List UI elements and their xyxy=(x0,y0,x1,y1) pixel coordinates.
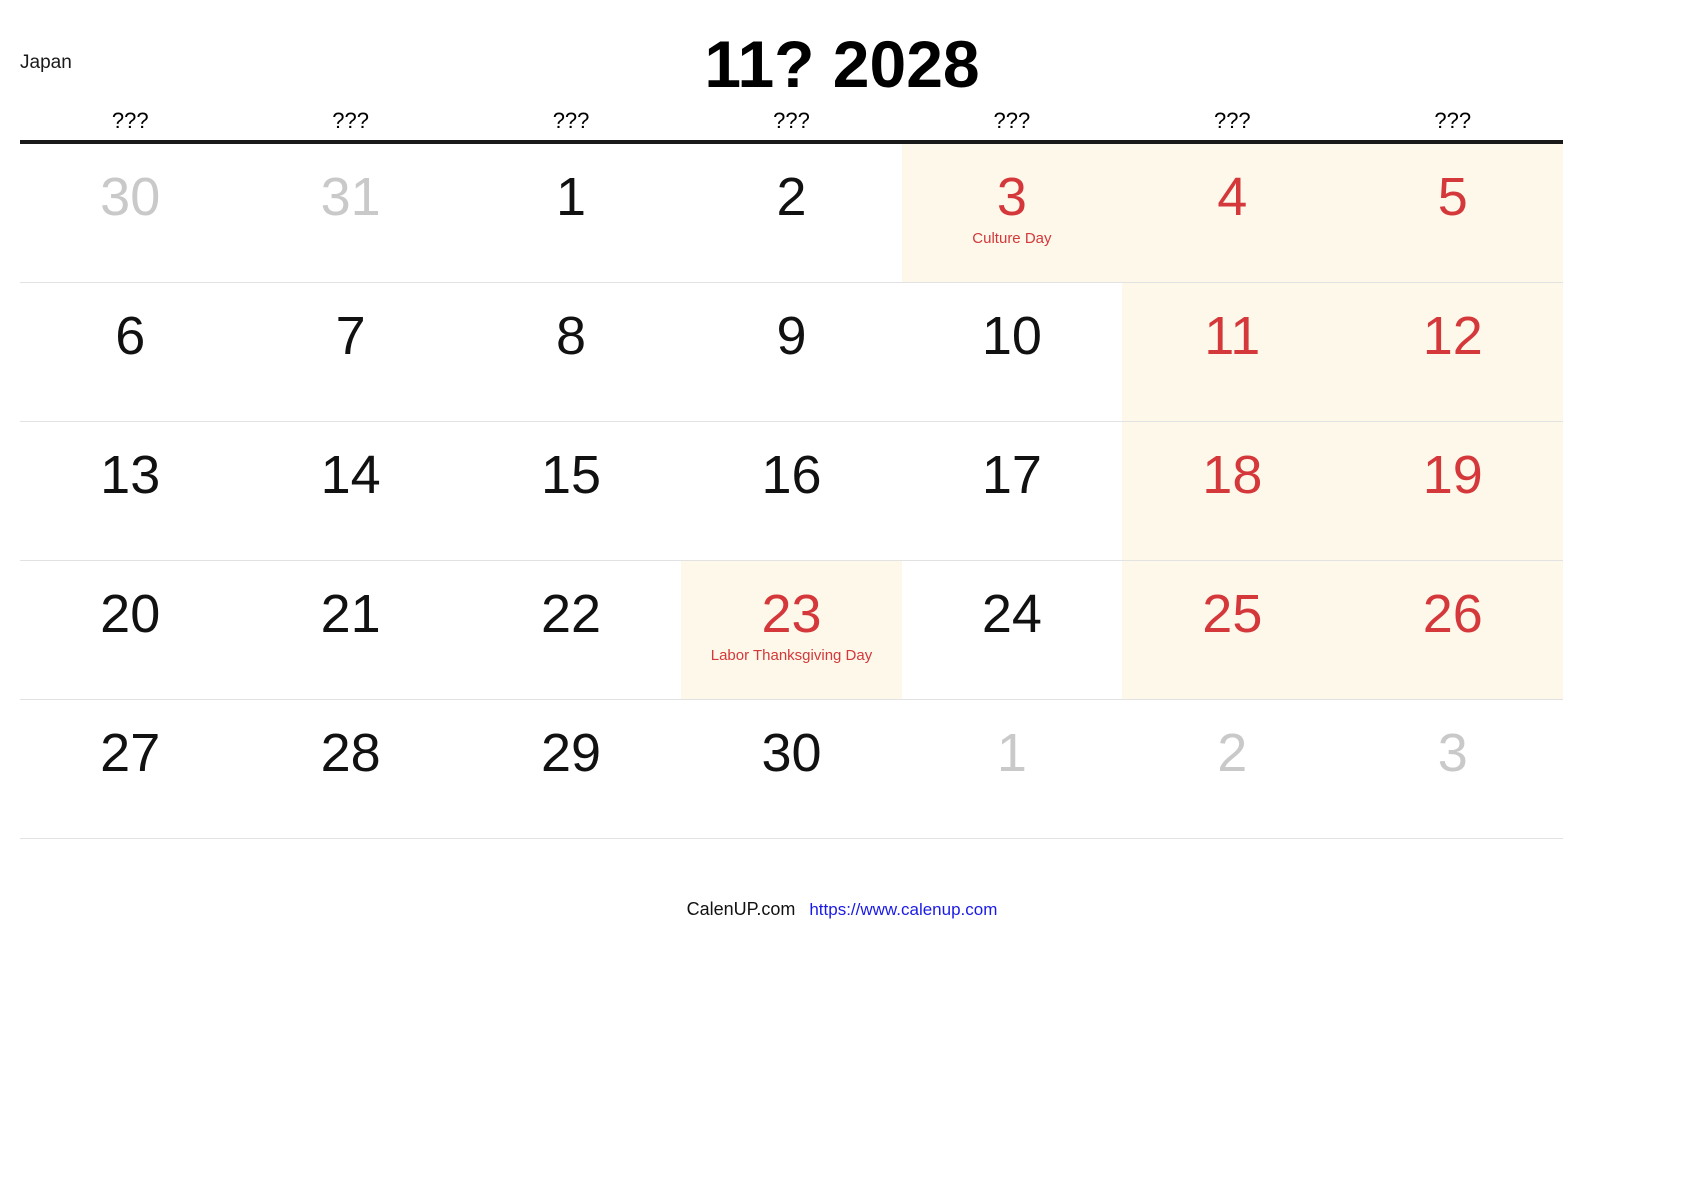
day-number: 13 xyxy=(100,445,161,505)
day-number: 25 xyxy=(1202,584,1263,644)
day-number: 18 xyxy=(1202,445,1263,505)
day-cell[interactable]: 2 xyxy=(681,144,902,282)
day-cell[interactable]: 18 xyxy=(1122,422,1343,560)
day-cell[interactable]: 8 xyxy=(460,283,682,421)
day-cell[interactable]: 31 xyxy=(240,144,461,282)
day-cell[interactable]: 2 xyxy=(1122,700,1343,838)
day-number: 16 xyxy=(761,445,822,505)
weekday-header-0: ??? xyxy=(111,108,149,133)
day-cell[interactable]: 11 xyxy=(1122,283,1343,421)
day-number: 19 xyxy=(1422,445,1483,505)
day-cell[interactable]: 20 xyxy=(20,561,241,699)
weekday-header-row: ????????????????????? xyxy=(20,108,1563,144)
day-number: 3 xyxy=(1437,723,1468,783)
day-number: 1 xyxy=(996,723,1027,783)
day-number: 4 xyxy=(1217,167,1248,227)
day-number: 14 xyxy=(320,445,381,505)
day-number: 29 xyxy=(541,723,602,783)
day-number: 31 xyxy=(320,167,381,227)
day-cell[interactable]: 27 xyxy=(20,700,241,838)
day-number: 20 xyxy=(100,584,161,644)
day-cell[interactable]: 1 xyxy=(460,144,682,282)
day-number: 8 xyxy=(556,306,587,366)
day-cell[interactable]: 3 xyxy=(1342,700,1563,838)
day-number: 28 xyxy=(320,723,381,783)
day-number: 30 xyxy=(100,167,161,227)
footer: CalenUP.com https://www.calenup.com xyxy=(0,898,1684,921)
day-event-label: Culture Day xyxy=(972,230,1052,247)
day-cell[interactable]: 4 xyxy=(1122,144,1343,282)
day-cell[interactable]: 14 xyxy=(240,422,461,560)
day-number: 1 xyxy=(556,167,587,227)
day-cell[interactable]: 28 xyxy=(240,700,461,838)
day-cell[interactable]: 25 xyxy=(1122,561,1343,699)
day-number: 5 xyxy=(1437,167,1468,227)
day-number: 2 xyxy=(1217,723,1248,783)
day-number: 2 xyxy=(776,167,807,227)
day-cell[interactable]: 17 xyxy=(901,422,1123,560)
footer-url-link[interactable]: https://www.calenup.com xyxy=(809,899,997,921)
day-cell[interactable]: 30 xyxy=(20,144,241,282)
day-cell[interactable]: 1 xyxy=(901,700,1123,838)
day-number: 23 xyxy=(761,584,822,644)
week-row: 13 14 15 16 17 18 19 xyxy=(20,422,1563,561)
day-cell[interactable]: 29 xyxy=(460,700,682,838)
day-number: 17 xyxy=(981,445,1042,505)
day-cell[interactable]: 10 xyxy=(901,283,1123,421)
day-cell[interactable]: 22 xyxy=(460,561,682,699)
week-row: 27 28 29 30 1 2 3 xyxy=(20,700,1563,839)
day-number: 26 xyxy=(1422,584,1483,644)
week-row: 20 21 22 23 Labor Thanksgiving Day 24 25 26 xyxy=(20,561,1563,700)
day-cell[interactable]: 5 xyxy=(1342,144,1563,282)
day-number: 15 xyxy=(541,445,602,505)
day-number: 6 xyxy=(115,306,146,366)
day-cell[interactable]: 21 xyxy=(240,561,461,699)
day-cell[interactable]: 7 xyxy=(240,283,461,421)
weekday-header-5: ??? xyxy=(1213,108,1251,133)
footer-brand: CalenUP.com xyxy=(686,899,796,919)
page-title: 11? 2028 xyxy=(704,27,980,101)
day-cell[interactable]: 23 Labor Thanksgiving Day xyxy=(681,561,902,699)
day-cell[interactable]: 9 xyxy=(681,283,902,421)
day-number: 10 xyxy=(981,306,1042,366)
day-cell[interactable]: 6 xyxy=(20,283,241,421)
weeks-container: 30 31 1 2 3 Culture Day 4 5 6 7 8 9 10 11 12 13 14 15 16 17… xyxy=(20,144,1563,839)
week-row: 30 31 1 2 3 Culture Day 4 5 xyxy=(20,144,1563,283)
day-number: 30 xyxy=(761,723,822,783)
calendar-grid: ????????????????????? 30 31 1 2 3 Culture Day… xyxy=(20,108,1563,839)
week-row: 6 7 8 9 10 11 12 xyxy=(20,283,1563,422)
calendar-page: Japan 11? 2028 ????????????????????? 30 3… xyxy=(0,0,1684,1191)
day-cell[interactable]: 12 xyxy=(1342,283,1563,421)
day-cell[interactable]: 19 xyxy=(1342,422,1563,560)
day-number: 12 xyxy=(1422,306,1483,366)
day-cell[interactable]: 26 xyxy=(1342,561,1563,699)
day-number: 22 xyxy=(541,584,602,644)
weekday-header-2: ??? xyxy=(552,108,590,133)
day-cell[interactable]: 24 xyxy=(901,561,1123,699)
day-number: 11 xyxy=(1204,306,1261,366)
day-cell[interactable]: 15 xyxy=(460,422,682,560)
weekday-header-6: ??? xyxy=(1434,108,1472,133)
day-number: 7 xyxy=(335,306,366,366)
day-event-label: Labor Thanksgiving Day xyxy=(710,647,873,664)
day-number: 3 xyxy=(996,167,1027,227)
day-cell[interactable]: 30 xyxy=(681,700,902,838)
day-cell[interactable]: 13 xyxy=(20,422,241,560)
day-number: 9 xyxy=(776,306,807,366)
weekday-header-3: ??? xyxy=(773,108,810,133)
day-number: 24 xyxy=(981,584,1042,644)
weekday-header-1: ??? xyxy=(332,108,369,133)
weekday-header-4: ??? xyxy=(993,108,1031,133)
day-number: 27 xyxy=(100,723,161,783)
day-cell[interactable]: 16 xyxy=(681,422,902,560)
day-cell[interactable]: 3 Culture Day xyxy=(901,144,1123,282)
day-number: 21 xyxy=(320,584,381,644)
